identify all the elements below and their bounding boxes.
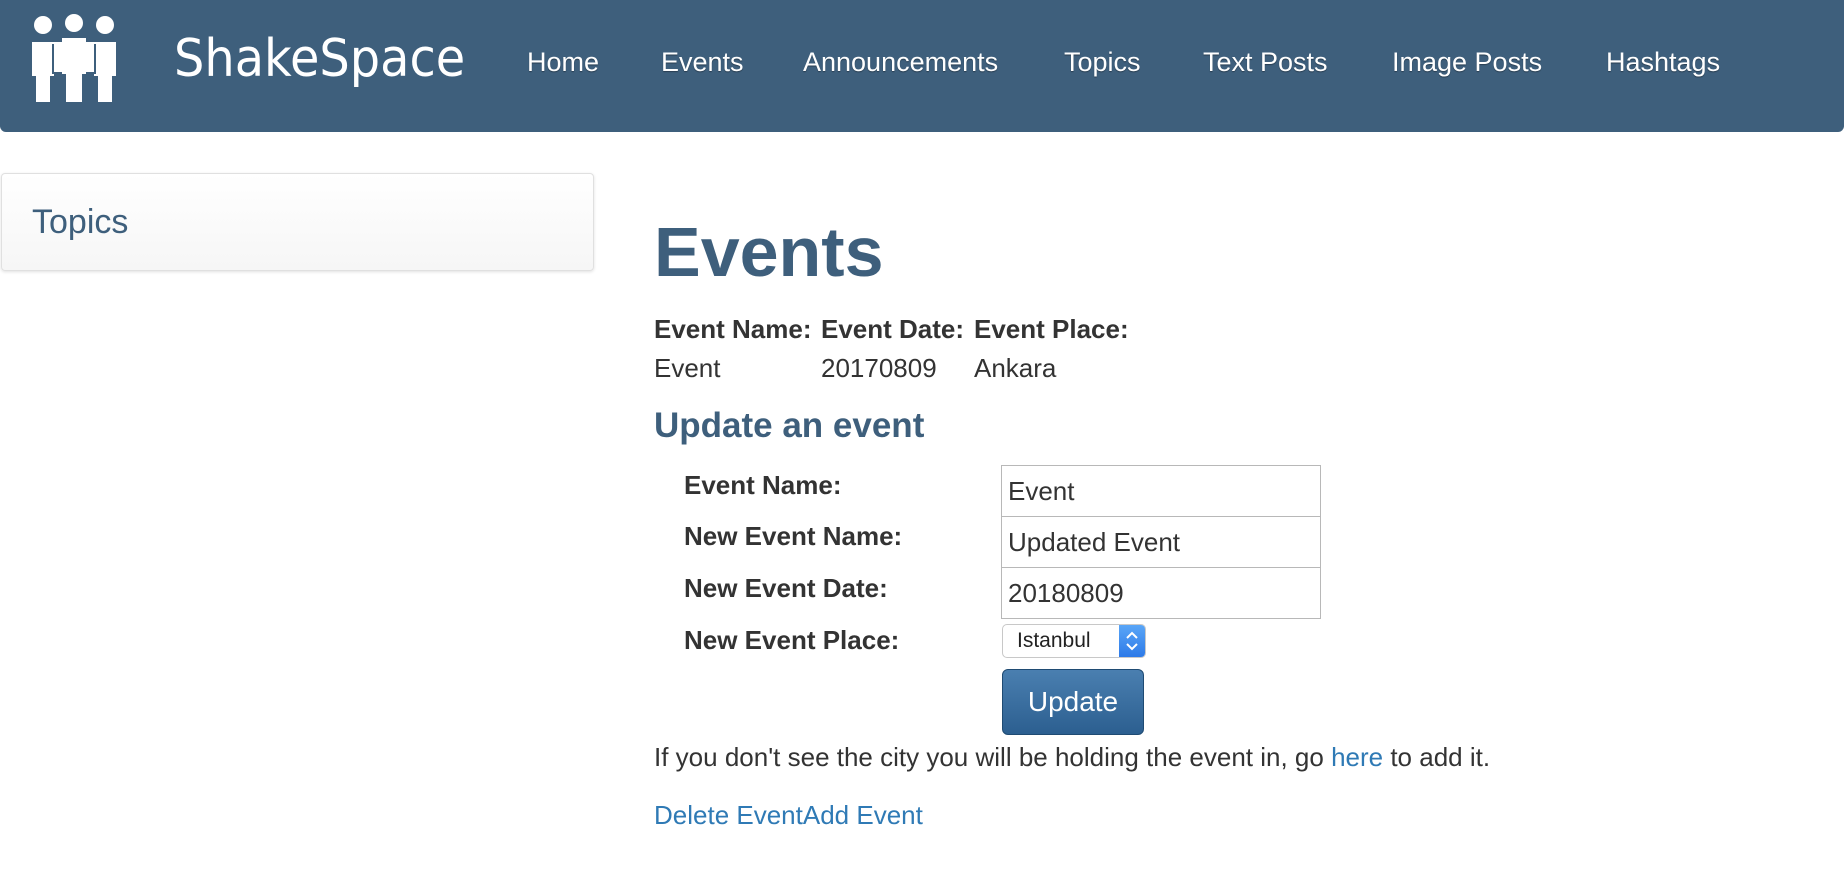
event-cell-date: 20170809 <box>821 353 937 383</box>
delete-event-link[interactable]: Delete Event <box>654 800 803 830</box>
add-city-help: If you don't see the city you will be ho… <box>654 740 1490 774</box>
sidebar-title: Topics <box>32 203 129 241</box>
nav-hashtags[interactable]: Hashtags <box>1606 44 1720 80</box>
brand-name[interactable]: ShakeSpace <box>174 29 465 89</box>
event-name-input[interactable] <box>1001 465 1321 517</box>
nav-topics[interactable]: Topics <box>1064 44 1141 80</box>
nav-events[interactable]: Events <box>661 44 744 80</box>
selected-city: Istanbul <box>1017 629 1091 652</box>
events-header-place: Event Place: <box>974 314 1129 344</box>
brand[interactable]: ShakeSpace <box>30 14 491 104</box>
nav-text-posts[interactable]: Text Posts <box>1203 44 1328 80</box>
event-name-label: Event Name: <box>684 470 842 500</box>
help-text-after: to add it. <box>1383 742 1491 772</box>
add-event-link[interactable]: Add Event <box>803 800 923 830</box>
nav-image-posts[interactable]: Image Posts <box>1392 44 1542 80</box>
new-event-date-label: New Event Date: <box>684 573 888 603</box>
update-form-title: Update an event <box>654 406 925 445</box>
event-cell-place: Ankara <box>974 353 1057 383</box>
add-city-link[interactable]: here <box>1331 742 1383 772</box>
new-event-name-label: New Event Name: <box>684 521 903 551</box>
nav-announcements[interactable]: Announcements <box>803 44 998 80</box>
update-button[interactable]: Update <box>1002 669 1144 735</box>
select-arrows-icon <box>1119 625 1145 657</box>
people-group-icon <box>32 14 116 102</box>
new-event-place-select[interactable]: Istanbul <box>1002 624 1146 658</box>
help-text-before: If you don't see the city you will be ho… <box>654 742 1332 772</box>
event-action-links: Delete EventAdd Event <box>654 798 923 832</box>
nav-home[interactable]: Home <box>527 44 599 80</box>
new-event-date-input[interactable] <box>1001 567 1321 619</box>
page-title: Events <box>654 213 884 291</box>
new-event-place-label: New Event Place: <box>684 625 900 655</box>
topics-sidebar: Topics <box>1 173 594 271</box>
events-header-name: Event Name: <box>654 314 812 344</box>
events-header-date: Event Date: <box>821 314 965 344</box>
navbar: ShakeSpace Home Events Announcements Top… <box>0 0 1844 132</box>
event-cell-name: Event <box>654 353 721 383</box>
new-event-name-input[interactable] <box>1001 516 1321 568</box>
